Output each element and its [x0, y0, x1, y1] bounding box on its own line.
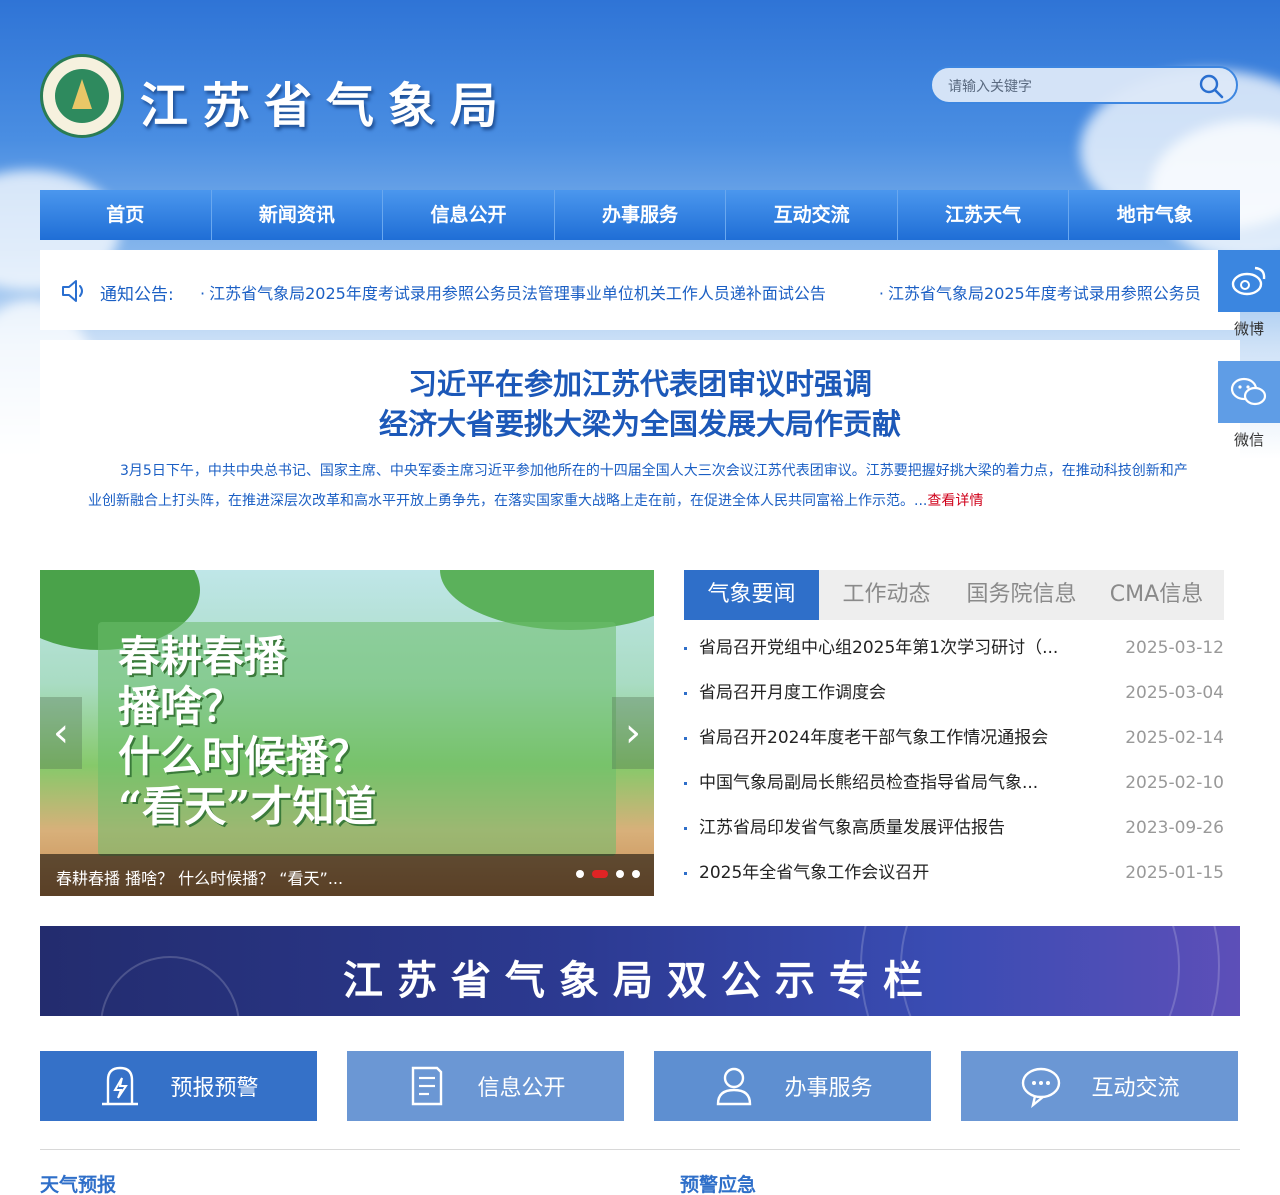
slide-text: 春耕春播 播啥？ 什么时候播？ “看天”才知道 — [118, 632, 377, 831]
headline-title-line1[interactable]: 习近平在参加江苏代表团审议时强调 — [40, 340, 1240, 404]
news-item: 中国气象局副局长熊绍员检查指导省局气象... 2025-02-10 — [684, 761, 1224, 806]
search-icon[interactable] — [1198, 73, 1224, 99]
carousel-dot[interactable] — [576, 870, 584, 878]
nav-jiangsu-weather[interactable]: 江苏天气 — [898, 190, 1070, 240]
chat-icon — [1022, 1067, 1061, 1108]
news-tabs: 气象要闻 工作动态 国务院信息 CMA信息 — [684, 570, 1224, 620]
section-title-warning[interactable]: 预警应急 — [680, 1170, 756, 1195]
read-more-link[interactable]: 查看详情 — [927, 493, 983, 509]
site-logo[interactable] — [40, 54, 124, 138]
news-date: 2025-03-12 — [1125, 638, 1224, 658]
carousel-dots — [576, 870, 640, 878]
quick-services[interactable]: 办事服务 — [654, 1051, 931, 1121]
weibo-icon[interactable] — [1218, 250, 1280, 312]
nav-home[interactable]: 首页 — [40, 190, 212, 240]
carousel-caption-text[interactable]: 春耕春播 播啥？ 什么时候播？ “看天”... — [56, 865, 343, 889]
notice-label: 通知公告: — [100, 285, 174, 305]
news-title[interactable]: 中国气象局副局长熊绍员检查指导省局气象... — [684, 761, 1038, 806]
wechat-label: 微信 — [1233, 431, 1264, 449]
tree-decoration — [440, 570, 654, 630]
site-title[interactable]: 江苏省气象局 — [140, 66, 512, 136]
search-box — [930, 66, 1238, 104]
speaker-icon — [62, 280, 83, 302]
notice-ticker: · 江苏省气象局2025年度考试录用参照公务员法管理事业单位机关工作人员递补面试公… — [200, 280, 1240, 304]
notice-bar: 通知公告: · 江苏省气象局2025年度考试录用参照公务员法管理事业单位机关工作人… — [40, 250, 1240, 330]
notice-item[interactable]: · 江苏省气象局2025年度考试录用参照公务员 — [879, 284, 1225, 303]
news-date: 2025-01-15 — [1125, 863, 1224, 883]
carousel-caption: 春耕春播 播啥？ 什么时候播？ “看天”... — [40, 854, 654, 896]
search-input[interactable] — [948, 76, 1188, 96]
carousel-next-button[interactable]: › — [612, 697, 654, 769]
tab-work-updates[interactable]: 工作动态 — [819, 570, 954, 620]
news-item: 2025年全省气象工作会议召开 2025-01-15 — [684, 851, 1224, 896]
quick-label: 信息公开 — [477, 1076, 566, 1101]
tab-weather-news[interactable]: 气象要闻 — [684, 570, 819, 620]
news-item: 江苏省局印发省气象高质量发展评估报告 2023-09-26 — [684, 806, 1224, 851]
lightning-icon — [102, 1066, 139, 1106]
quick-forecast-warning[interactable]: 预报预警 — [40, 1051, 317, 1121]
weibo-label: 微博 — [1233, 320, 1264, 338]
news-item: 省局召开党组中心组2025年第1次学习研讨（... 2025-03-12 — [684, 626, 1224, 671]
headline-title-line2[interactable]: 经济大省要挑大梁为全国发展大局作贡献 — [40, 404, 1240, 444]
news-title[interactable]: 省局召开月度工作调度会 — [684, 671, 886, 716]
news-date: 2025-02-10 — [1125, 773, 1224, 793]
carousel-dot[interactable] — [632, 870, 640, 878]
news-date: 2023-09-26 — [1125, 818, 1224, 838]
wechat-icon[interactable] — [1218, 361, 1280, 423]
headline-block: 习近平在参加江苏代表团审议时强调 经济大省要挑大梁为全国发展大局作贡献 3月5日… — [40, 340, 1240, 510]
carousel-dot[interactable] — [616, 870, 624, 878]
news-list: 省局召开党组中心组2025年第1次学习研讨（... 2025-03-12 省局召开… — [684, 626, 1224, 896]
quick-label: 预报预警 — [170, 1076, 259, 1101]
news-title[interactable]: 2025年全省气象工作会议召开 — [684, 851, 929, 896]
main-nav: 首页 新闻资讯 信息公开 办事服务 互动交流 江苏天气 地市气象 — [40, 190, 1240, 240]
section-title-forecast[interactable]: 天气预报 — [40, 1170, 116, 1195]
notice-item[interactable]: · 江苏省气象局2025年度考试录用参照公务员法管理事业单位机关工作人员递补面试公… — [200, 284, 850, 303]
document-icon — [412, 1066, 443, 1106]
nav-news[interactable]: 新闻资讯 — [212, 190, 384, 240]
quick-label: 办事服务 — [784, 1076, 873, 1101]
carousel-dot-active[interactable] — [592, 870, 608, 878]
carousel-prev-button[interactable]: ‹ — [40, 697, 82, 769]
wechat-float[interactable]: 微信 — [1218, 361, 1280, 450]
user-icon — [717, 1067, 752, 1106]
nav-city-weather[interactable]: 地市气象 — [1069, 190, 1240, 240]
quick-interaction[interactable]: 互动交流 — [961, 1051, 1238, 1121]
nav-info-disclosure[interactable]: 信息公开 — [383, 190, 555, 240]
banner-title: 江苏省气象局双公示专栏 — [343, 957, 937, 1004]
tab-cma-info[interactable]: CMA信息 — [1089, 570, 1224, 620]
nav-interaction[interactable]: 互动交流 — [726, 190, 898, 240]
section-divider — [40, 1149, 1240, 1150]
news-date: 2025-03-04 — [1125, 683, 1224, 703]
quick-info-disclosure[interactable]: 信息公开 — [347, 1051, 624, 1121]
nav-services[interactable]: 办事服务 — [555, 190, 727, 240]
news-title[interactable]: 省局召开党组中心组2025年第1次学习研讨（... — [684, 626, 1058, 671]
quick-label: 互动交流 — [1091, 1076, 1180, 1101]
news-title[interactable]: 江苏省局印发省气象高质量发展评估报告 — [684, 806, 1005, 851]
weibo-float[interactable]: 微博 — [1218, 250, 1280, 339]
news-title[interactable]: 省局召开2024年度老干部气象工作情况通报会 — [684, 716, 1048, 761]
dual-publicity-banner[interactable]: 江苏省气象局双公示专栏 — [40, 926, 1240, 1016]
tab-state-council[interactable]: 国务院信息 — [954, 570, 1089, 620]
headline-summary: 3月5日下午，中共中央总书记、国家主席、中央军委主席习近平参加他所在的十四届全国… — [88, 463, 1188, 509]
news-item: 省局召开2024年度老干部气象工作情况通报会 2025-02-14 — [684, 716, 1224, 761]
news-item: 省局召开月度工作调度会 2025-03-04 — [684, 671, 1224, 716]
image-carousel[interactable]: 春耕春播 播啥？ 什么时候播？ “看天”才知道 ‹ › 春耕春播 播啥？ 什么时… — [40, 570, 654, 896]
news-date: 2025-02-14 — [1125, 728, 1224, 748]
